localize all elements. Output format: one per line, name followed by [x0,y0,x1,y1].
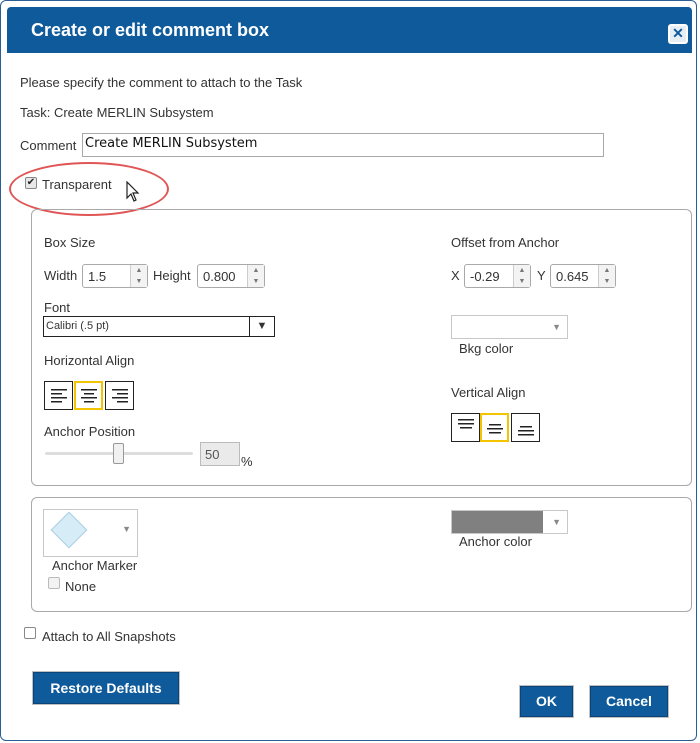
spin-up-icon[interactable]: ▲ [248,265,264,276]
offset-from-anchor-label: Offset from Anchor [451,235,560,250]
offset-x-spinner[interactable]: -0.29 ▲ ▼ [464,264,531,288]
box-layout-panel [31,209,692,486]
align-top-icon [458,419,474,429]
font-select[interactable]: Calibri (.5 pt) ▼ [43,316,275,337]
anchor-position-slider-thumb[interactable] [113,443,124,464]
offset-y-value: 0.645 [556,269,589,284]
chevron-down-icon[interactable]: ▼ [552,322,561,332]
dropdown-arrow-icon[interactable]: ▼ [249,317,274,336]
anchor-color-picker[interactable]: ▼ [451,510,568,534]
box-size-label: Box Size [44,235,96,250]
align-middle-icon [487,424,503,434]
instruction-text: Please specify the comment to attach to … [20,75,303,90]
align-left-button[interactable] [44,381,73,410]
spin-down-icon[interactable]: ▼ [131,276,147,287]
align-left-icon [51,389,67,403]
offset-y-spinner[interactable]: 0.645 ▲ ▼ [550,264,616,288]
spin-up-icon[interactable]: ▲ [514,265,530,276]
dialog-title: Create or edit comment box [31,20,270,40]
width-label: Width [44,268,78,283]
comment-input[interactable]: Create MERLIN Subsystem [82,133,604,157]
spin-up-icon[interactable]: ▲ [599,265,615,276]
offset-x-spinner-arrows[interactable]: ▲ ▼ [513,265,530,287]
anchor-marker-label: Anchor Marker [52,558,138,573]
transparent-label: Transparent [42,177,112,192]
anchor-none-checkbox[interactable] [48,577,60,589]
transparent-checkbox[interactable]: ✔ [25,177,37,189]
comment-label: Comment [20,138,77,153]
align-middle-button[interactable] [480,413,509,442]
horizontal-align-label: Horizontal Align [44,353,135,368]
spin-down-icon[interactable]: ▼ [248,276,264,287]
align-right-icon [112,389,128,403]
bkg-color-picker[interactable]: ▼ [451,315,568,339]
align-center-button[interactable] [74,381,103,410]
spin-down-icon[interactable]: ▼ [599,276,615,287]
height-value: 0.800 [203,269,236,284]
font-label: Font [44,300,71,315]
task-name-text: Task: Create MERLIN Subsystem [20,105,214,120]
align-bottom-icon [518,426,534,436]
align-top-button[interactable] [451,413,480,442]
height-spinner-arrows[interactable]: ▲ ▼ [247,265,264,287]
dialog-title-bar[interactable]: Create or edit comment box ✕ [7,7,692,53]
bkg-color-label: Bkg color [459,341,514,356]
spin-down-icon[interactable]: ▼ [514,276,530,287]
width-value: 1.5 [88,269,107,284]
offset-y-label: Y [537,268,546,283]
percent-unit: % [241,454,253,469]
anchor-color-label: Anchor color [459,534,532,549]
checkmark-icon: ✔ [26,177,36,188]
anchor-marker-picker[interactable]: ▼ [43,509,138,557]
align-center-icon [81,389,97,403]
width-spinner-arrows[interactable]: ▲ ▼ [130,265,147,287]
offset-x-label: X [451,268,460,283]
attach-all-snapshots-checkbox[interactable] [24,627,36,639]
anchor-position-label: Anchor Position [44,424,136,439]
anchor-color-swatch [452,511,543,533]
align-right-button[interactable] [105,381,134,410]
anchor-none-label: None [65,579,97,594]
vertical-align-group [451,413,541,443]
ok-button[interactable]: OK [520,686,573,717]
comment-box-dialog: Create or edit comment box ✕ Please spec… [0,0,697,741]
vertical-align-label: Vertical Align [451,385,526,400]
horizontal-align-group [44,381,135,411]
attach-all-snapshots-label: Attach to All Snapshots [42,629,176,644]
height-spinner[interactable]: 0.800 ▲ ▼ [197,264,265,288]
height-label: Height [153,268,191,283]
spin-up-icon[interactable]: ▲ [131,265,147,276]
font-value: Calibri (.5 pt) [46,320,109,332]
chevron-down-icon[interactable]: ▼ [122,524,131,534]
cancel-button[interactable]: Cancel [590,686,668,717]
restore-defaults-button[interactable]: Restore Defaults [33,672,179,704]
mouse-cursor-icon [126,181,140,202]
anchor-position-input[interactable]: 50 [200,442,240,466]
align-bottom-button[interactable] [511,413,540,442]
width-spinner[interactable]: 1.5 ▲ ▼ [82,264,148,288]
offset-x-value: -0.29 [470,269,500,284]
close-button[interactable]: ✕ [668,24,688,44]
bkg-color-swatch [452,316,543,338]
chevron-down-icon[interactable]: ▼ [552,517,561,527]
close-icon: ✕ [672,25,684,41]
diamond-icon [50,511,88,549]
offset-y-spinner-arrows[interactable]: ▲ ▼ [598,265,615,287]
